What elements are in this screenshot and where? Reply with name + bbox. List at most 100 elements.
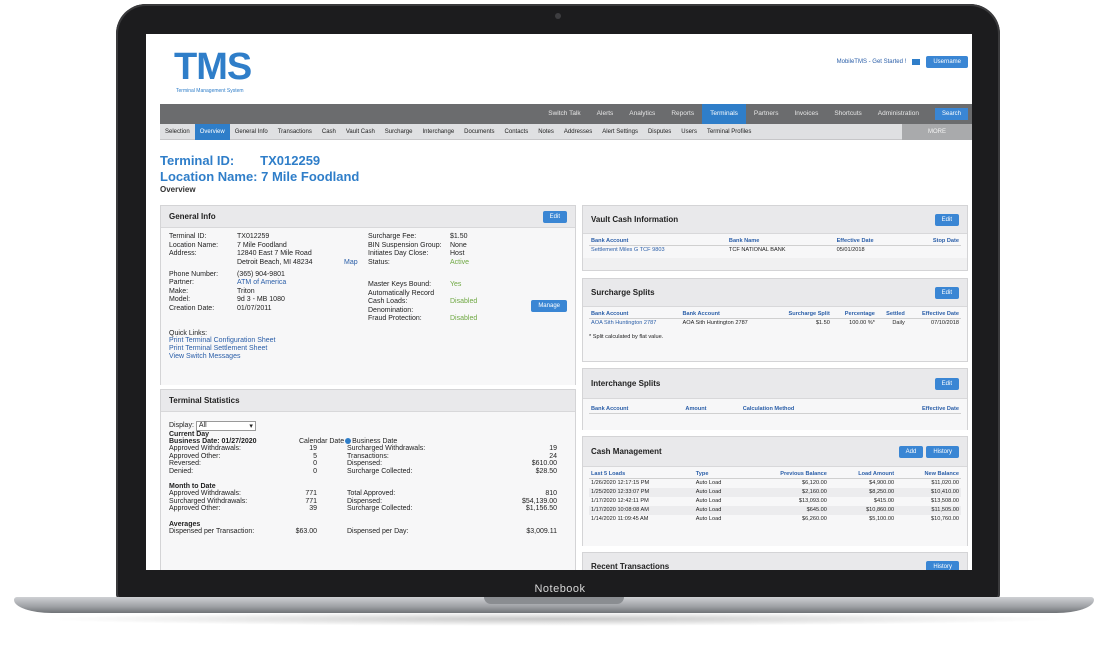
stat-row: Surcharged Withdrawals: 771 Dispensed: $54,… (169, 498, 567, 506)
tab-disputes[interactable]: Disputes (643, 124, 676, 140)
info-row: Master Keys Bound: Yes (368, 281, 567, 290)
info-key: Master Keys Bound: (368, 281, 432, 288)
tab-vault-cash[interactable]: Vault Cash (341, 124, 380, 140)
quick-link[interactable]: Print Terminal Configuration Sheet (169, 337, 567, 345)
info-key: Terminal ID: (169, 233, 207, 240)
edit-button[interactable]: Edit (542, 210, 567, 223)
terminal-stats-panel: Terminal Statistics Display: All ▾ Curren… (160, 389, 576, 570)
info-row: Surcharge Fee: $1.50 (368, 233, 567, 242)
interchange-splits-panel: Interchange Splits Edit Bank Account Amou… (582, 368, 968, 430)
flag-icon[interactable] (912, 59, 921, 65)
panel-title: Vault Cash Information (591, 215, 679, 224)
info-key: Cash Loads: (368, 298, 408, 305)
logo[interactable]: TMS (174, 48, 252, 86)
nav-item-reports[interactable]: Reports (663, 104, 702, 124)
column-header: Surcharge Split (771, 310, 832, 319)
stat-key: Approved Withdrawals: (169, 490, 241, 497)
info-key: Model: (169, 296, 191, 303)
history-button[interactable]: History (926, 560, 959, 570)
nav-item-switch-talk[interactable]: Switch Talk (540, 104, 588, 124)
table-cell: $6,120.00 (802, 480, 827, 486)
split-note: * Split calculated by flat value. (589, 334, 664, 340)
edit-button[interactable]: Edit (934, 286, 959, 299)
calendar-date-option[interactable]: Calendar Date (299, 438, 344, 445)
table-cell[interactable]: AOA Sith Huntington 2787 (589, 319, 680, 329)
stat-value: 39 (309, 505, 317, 512)
column-header: Amount (683, 405, 741, 414)
tab-contacts[interactable]: Contacts (500, 124, 534, 140)
tab-alert-settings[interactable]: Alert Settings (597, 124, 643, 140)
column-header: Bank Account (680, 310, 772, 319)
panel-body: Last 5 Loads Type Previous Balance Load Amo… (583, 467, 967, 546)
table-cell[interactable]: Settlement Miles G TCF 9803 (589, 246, 727, 256)
tab-addresses[interactable]: Addresses (559, 124, 597, 140)
terminal-id-heading: Terminal ID: TX012259 (160, 153, 320, 168)
info-key: Address: (169, 250, 197, 257)
stat-value: 771 (305, 490, 317, 497)
more-tab[interactable]: MORE (902, 123, 972, 140)
tab-interchange[interactable]: Interchange (417, 124, 459, 140)
info-row: Location Name: 7 Mile Foodland (169, 242, 368, 251)
quick-link[interactable]: View Switch Messages (169, 353, 567, 361)
map-link[interactable]: Map (344, 259, 358, 266)
nav-item-partners[interactable]: Partners (746, 104, 787, 124)
table-cell: $8,250.00 (828, 488, 897, 497)
panel-header: Interchange Splits Edit (583, 369, 967, 399)
stat-key: Surcharge Collected: (347, 505, 413, 512)
nav-item-invoices[interactable]: Invoices (786, 104, 826, 124)
table-cell: $415.00 (873, 498, 895, 504)
radio-selected-icon[interactable] (345, 438, 352, 444)
current-day-label: Current Day (169, 431, 210, 438)
nav-item-analytics[interactable]: Analytics (621, 104, 663, 124)
stat-value: $63.00 (295, 527, 317, 535)
tab-overview[interactable]: Overview (194, 123, 230, 140)
table-cell: $5,100.00 (869, 516, 895, 522)
table-cell: Auto Load (693, 488, 744, 497)
tab-surcharge[interactable]: Surcharge (380, 124, 418, 140)
tab-terminal-profiles[interactable]: Terminal Profiles (702, 124, 756, 140)
panel-title: Recent Transactions (591, 562, 670, 570)
stat-key: Approved Other: (169, 452, 221, 460)
info-value[interactable]: ATM of America (237, 279, 286, 288)
table-cell: $13,093.00 (798, 498, 827, 504)
stat-value: $3,009.11 (526, 527, 557, 535)
nav-item-terminals[interactable]: Terminals (702, 104, 746, 124)
manage-button[interactable]: Manage (531, 300, 567, 312)
display-select[interactable]: All ▾ (195, 421, 256, 431)
stat-value: 19 (309, 445, 317, 452)
stat-value: 19 (549, 445, 557, 452)
stat-value: $1,156.50 (525, 505, 557, 512)
search-button[interactable]: Search (934, 108, 968, 120)
nav-item-shortcuts[interactable]: Shortcuts (826, 104, 869, 124)
tab-selection[interactable]: Selection (160, 124, 195, 140)
tab-general-info[interactable]: General Info (230, 124, 273, 140)
stat-key: Denied: (169, 467, 194, 475)
nav-item-administration[interactable]: Administration (870, 104, 927, 124)
column-header: Percentage (831, 310, 877, 319)
column-header: Settled (876, 310, 907, 319)
info-key: Creation Date: (169, 304, 215, 312)
business-date: Business Date: 01/27/2020 (169, 438, 257, 445)
edit-button[interactable]: Edit (934, 213, 959, 226)
tab-cash[interactable]: Cash (317, 124, 341, 140)
tab-notes[interactable]: Notes (533, 124, 559, 140)
add-button[interactable]: Add (898, 445, 924, 458)
nav-item-alerts[interactable]: Alerts (589, 104, 622, 124)
stat-row: Approved Withdrawals: 19 Surcharged Withdr… (169, 445, 567, 453)
quick-link[interactable]: Print Terminal Settlement Sheet (169, 345, 567, 353)
history-button[interactable]: History (926, 445, 959, 458)
user-button[interactable]: Username (926, 56, 968, 68)
stat-row: Reversed: 0 Dispensed: $610.00 (169, 460, 567, 468)
tab-documents[interactable]: Documents (459, 124, 499, 140)
stat-value: 24 (549, 452, 557, 460)
tab-users[interactable]: Users (676, 124, 702, 140)
table-cell: 1/14/2020 11:09:45 AM (591, 516, 649, 522)
get-started-link[interactable]: MobileTMS - Get Started ! (837, 59, 907, 65)
tab-transactions[interactable]: Transactions (273, 124, 317, 140)
info-key: Surcharge Fee: (368, 233, 417, 240)
app-header: TMS Terminal Management System MobileTMS… (146, 34, 972, 104)
info-row: Address: 12840 East 7 Mile Road (169, 250, 368, 259)
business-date-option[interactable]: Business Date (352, 438, 397, 445)
stat-value: 810 (545, 490, 557, 497)
edit-button[interactable]: Edit (934, 377, 959, 390)
